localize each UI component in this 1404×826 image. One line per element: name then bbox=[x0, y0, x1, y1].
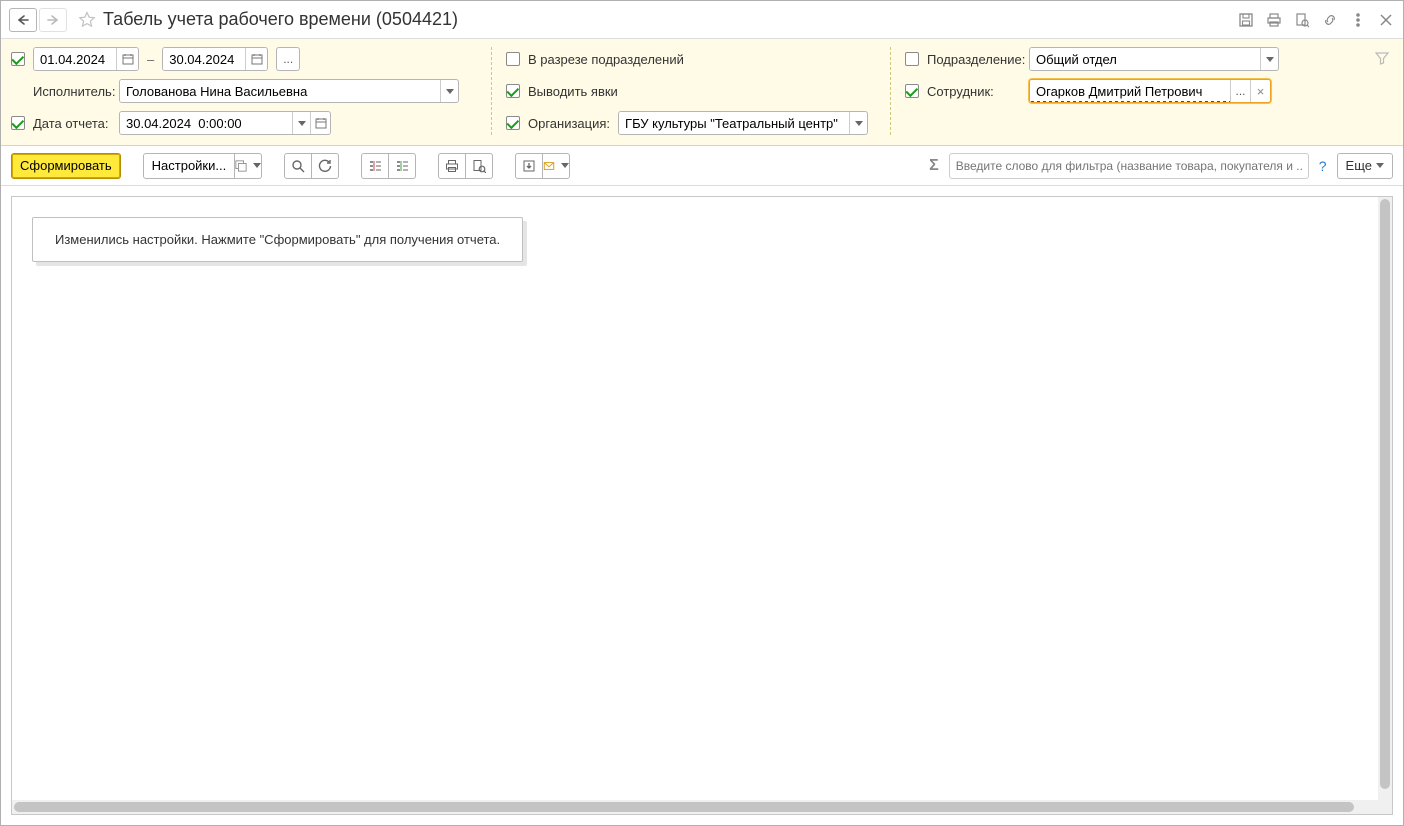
nav-back-button[interactable] bbox=[9, 8, 37, 32]
executor-label: Исполнитель: bbox=[33, 84, 111, 99]
refresh-button[interactable] bbox=[311, 153, 339, 179]
help-button[interactable]: ? bbox=[1319, 158, 1327, 174]
favorite-star-icon[interactable] bbox=[77, 10, 97, 30]
organization-label: Организация: bbox=[528, 116, 610, 131]
calendar-icon[interactable] bbox=[245, 48, 267, 70]
print-preview-button[interactable] bbox=[465, 153, 493, 179]
dropdown-icon[interactable] bbox=[292, 112, 310, 134]
collapse-all-button[interactable] bbox=[388, 153, 416, 179]
range-dash: – bbox=[147, 52, 154, 67]
period-checkbox[interactable] bbox=[11, 52, 25, 66]
department-label: Подразделение: bbox=[927, 52, 1021, 67]
dropdown-icon[interactable] bbox=[1260, 48, 1278, 70]
settings-variants-button[interactable] bbox=[234, 153, 262, 179]
settings-button[interactable]: Настройки... bbox=[143, 153, 236, 179]
nav-forward-button[interactable] bbox=[39, 8, 67, 32]
period-select-button[interactable]: ... bbox=[276, 47, 300, 71]
report-date-checkbox[interactable] bbox=[11, 116, 25, 130]
report-date-label: Дата отчета: bbox=[33, 116, 111, 131]
filter-icon[interactable] bbox=[1375, 51, 1389, 65]
more-button[interactable]: Еще bbox=[1337, 153, 1393, 179]
save-as-button[interactable] bbox=[515, 153, 543, 179]
employee-input[interactable]: ... × bbox=[1029, 79, 1271, 103]
sigma-icon: Σ bbox=[929, 157, 939, 175]
calendar-icon[interactable] bbox=[310, 112, 330, 134]
vertical-scrollbar[interactable] bbox=[1378, 197, 1392, 800]
department-checkbox[interactable] bbox=[905, 52, 919, 66]
close-icon[interactable] bbox=[1377, 11, 1395, 29]
show-attendance-checkbox[interactable] bbox=[506, 84, 520, 98]
report-area: Изменились настройки. Нажмите "Сформиров… bbox=[11, 196, 1393, 815]
window-title: Табель учета рабочего времени (0504421) bbox=[103, 9, 1237, 30]
clear-button[interactable]: × bbox=[1250, 80, 1270, 102]
calendar-icon[interactable] bbox=[116, 48, 138, 70]
parameters-panel: – ... Исполнитель: Дата bbox=[1, 39, 1403, 146]
date-from-input[interactable] bbox=[33, 47, 139, 71]
kebab-menu-icon[interactable] bbox=[1349, 11, 1367, 29]
horizontal-scrollbar[interactable] bbox=[12, 800, 1378, 814]
organization-checkbox[interactable] bbox=[506, 116, 520, 130]
filter-input[interactable] bbox=[949, 153, 1309, 179]
by-department-checkbox[interactable] bbox=[506, 52, 520, 66]
find-button[interactable] bbox=[284, 153, 312, 179]
department-input[interactable] bbox=[1029, 47, 1279, 71]
settings-changed-message: Изменились настройки. Нажмите "Сформиров… bbox=[32, 217, 523, 262]
employee-label: Сотрудник: bbox=[927, 84, 1021, 99]
save-icon[interactable] bbox=[1237, 11, 1255, 29]
executor-input[interactable] bbox=[119, 79, 459, 103]
employee-checkbox[interactable] bbox=[905, 84, 919, 98]
dropdown-icon[interactable] bbox=[440, 80, 458, 102]
print-button[interactable] bbox=[438, 153, 466, 179]
toolbar: Сформировать Настройки... bbox=[1, 146, 1403, 186]
by-department-label: В разрезе подразделений bbox=[528, 52, 684, 67]
generate-button[interactable]: Сформировать bbox=[11, 153, 121, 179]
organization-input[interactable] bbox=[618, 111, 868, 135]
print-icon[interactable] bbox=[1265, 11, 1283, 29]
expand-all-button[interactable] bbox=[361, 153, 389, 179]
report-date-input[interactable] bbox=[119, 111, 331, 135]
select-button[interactable]: ... bbox=[1230, 80, 1250, 102]
date-to-input[interactable] bbox=[162, 47, 268, 71]
link-icon[interactable] bbox=[1321, 11, 1339, 29]
send-email-button[interactable] bbox=[542, 153, 570, 179]
preview-icon[interactable] bbox=[1293, 11, 1311, 29]
dropdown-icon[interactable] bbox=[849, 112, 867, 134]
show-attendance-label: Выводить явки bbox=[528, 84, 618, 99]
